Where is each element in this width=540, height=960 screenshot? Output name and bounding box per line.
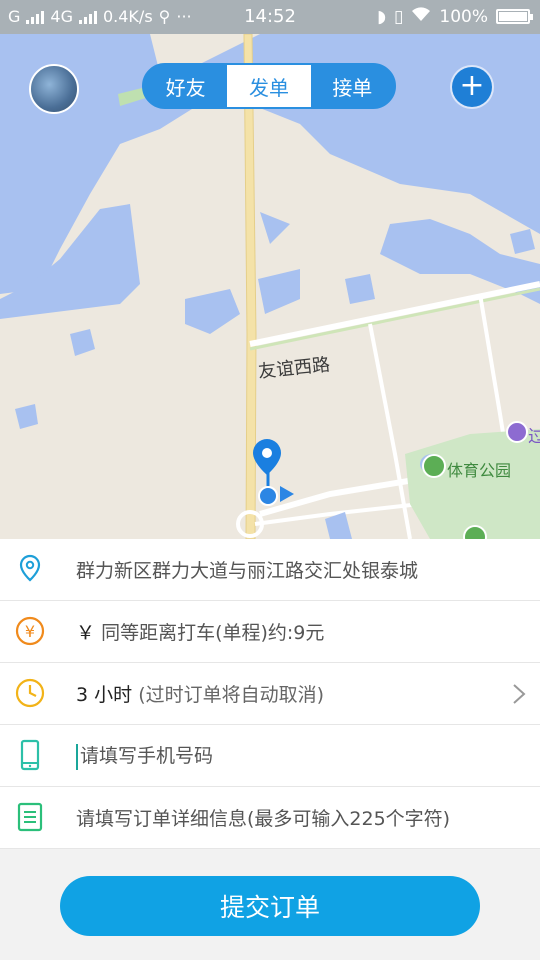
phone-field[interactable]: 请填写手机号码 [76, 741, 213, 770]
submit-order-button[interactable]: 提交订单 [60, 876, 480, 936]
map-view[interactable]: 友谊西路 体育公园 过 [0, 34, 540, 539]
location-pin-icon [19, 554, 41, 582]
text-caret [76, 743, 78, 770]
details-field[interactable]: 请填写订单详细信息(最多可输入225个字符) [76, 804, 450, 831]
phone-row[interactable]: 请填写手机号码 [0, 725, 540, 787]
address-row[interactable]: 群力新区群力大道与丽江路交汇处银泰城 [0, 539, 540, 601]
document-icon [17, 802, 43, 832]
price-symbol: ￥ [76, 622, 96, 644]
address-text: 群力新区群力大道与丽江路交汇处银泰城 [76, 560, 419, 582]
vibrate-icon: ▯ [394, 6, 404, 27]
phone-placeholder: 请填写手机号码 [80, 745, 214, 768]
wifi-icon [411, 6, 431, 27]
avatar[interactable] [29, 64, 79, 114]
price-estimate: 同等距离打车(单程)约:9元 [101, 622, 325, 644]
tab-friends[interactable]: 好友 [144, 65, 227, 107]
price-text: ￥ 同等距离打车(单程)约:9元 [76, 618, 324, 645]
svg-text:¥: ¥ [25, 622, 35, 641]
park-label: 体育公园 [447, 461, 512, 480]
tab-accept-order[interactable]: 接单 [311, 65, 394, 107]
mode-tabs: 好友 发单 接单 [142, 63, 396, 109]
duration-row[interactable]: 3 小时 (过时订单将自动取消) [0, 663, 540, 725]
duration-text: 3 小时 (过时订单将自动取消) [76, 680, 324, 707]
status-bar: G 4G 0.4K/s ⚲ ··· 14:52 ◗ ▯ 100% [0, 0, 540, 34]
clock-icon [15, 678, 45, 708]
status-right: ◗ ▯ 100% [377, 6, 533, 27]
chevron-right-icon [513, 684, 526, 704]
order-form: 群力新区群力大道与丽江路交汇处银泰城 ¥ ￥ 同等距离打车(单程)约:9元 3 … [0, 539, 540, 849]
battery-icon [496, 9, 533, 24]
tab-send-order[interactable]: 发单 [227, 65, 311, 107]
yuan-icon: ¥ [15, 616, 45, 646]
battery-percent: 100% [439, 6, 488, 27]
phone-icon [20, 739, 40, 771]
details-row[interactable]: 请填写订单详细信息(最多可输入225个字符) [0, 787, 540, 849]
duration-hint: (过时订单将自动取消) [138, 684, 325, 706]
moon-icon: ◗ [377, 6, 387, 27]
poi-partial-label: 过 [528, 427, 540, 447]
price-row: ¥ ￥ 同等距离打车(单程)约:9元 [0, 601, 540, 663]
add-button[interactable]: + [452, 67, 492, 107]
duration-value: 3 小时 [76, 684, 133, 706]
